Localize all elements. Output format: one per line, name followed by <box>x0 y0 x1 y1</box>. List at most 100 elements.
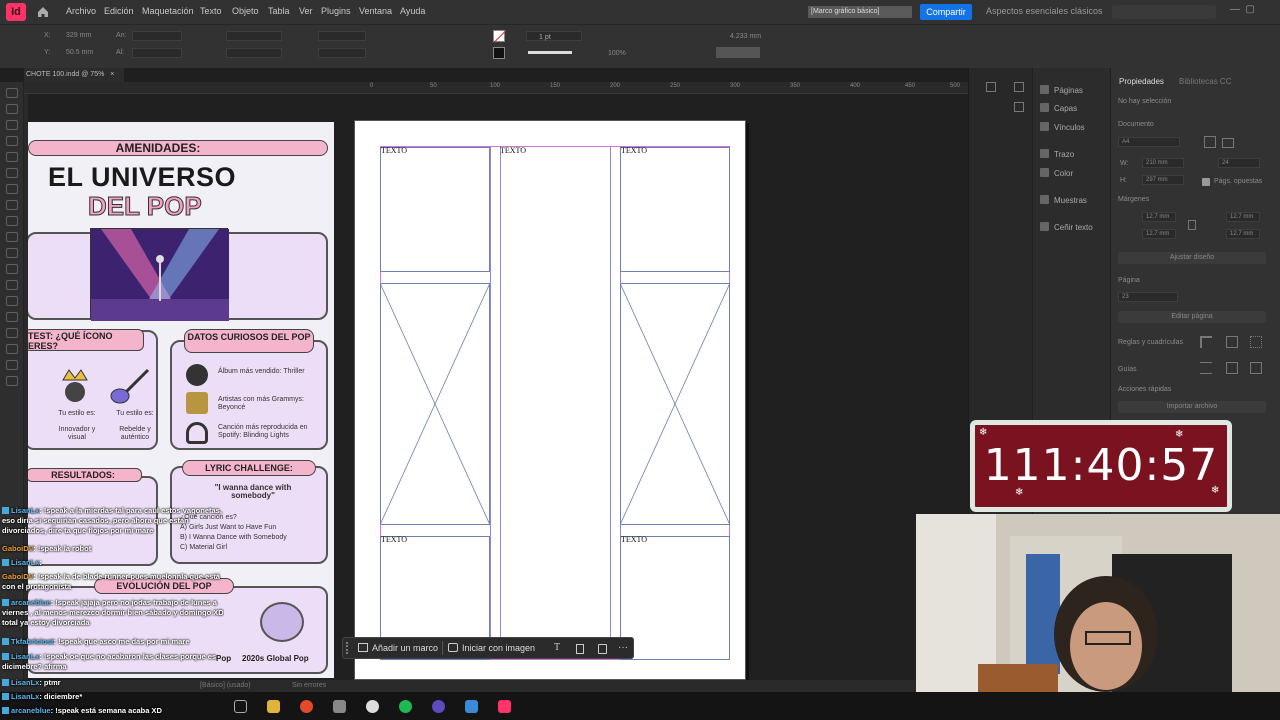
line-tool-icon[interactable] <box>6 184 18 194</box>
share-button[interactable]: Compartir <box>920 4 972 20</box>
object-style-dropdown[interactable]: [Marco gráfico básico] <box>808 6 912 18</box>
menu-archivo[interactable]: Archivo <box>66 6 96 16</box>
import-file-button[interactable]: Importar archivo <box>1118 401 1266 413</box>
panel-color[interactable]: Color <box>1040 168 1073 178</box>
page-icon[interactable] <box>576 644 584 654</box>
place-icon[interactable] <box>598 644 607 654</box>
page-tool-icon[interactable] <box>6 120 18 130</box>
zoom-tool-icon[interactable] <box>6 376 18 386</box>
chrome-icon[interactable] <box>366 700 379 713</box>
tab-cc-libraries[interactable]: Bibliotecas CC <box>1179 77 1231 86</box>
panel-swatches[interactable]: Muestras <box>1040 195 1087 205</box>
document-tab[interactable]: CHOTE 100.indd @ 75% × <box>24 68 124 82</box>
gradient-feather-icon[interactable] <box>6 312 18 322</box>
brave-icon[interactable] <box>300 700 313 713</box>
panel-icon[interactable] <box>1014 82 1024 92</box>
scale-x-field[interactable] <box>226 31 282 41</box>
gradient-tool-icon[interactable] <box>6 296 18 306</box>
pages-count-field[interactable]: 24 <box>1218 158 1260 168</box>
size-value[interactable]: 4.233 mm <box>730 33 761 40</box>
smart-guides-icon[interactable] <box>1226 362 1238 374</box>
margin-bottom-field[interactable]: 12.7 mm <box>1142 229 1176 239</box>
content-collector-icon[interactable] <box>6 152 18 162</box>
fill-swatch[interactable] <box>493 30 507 43</box>
app-icon[interactable] <box>333 700 346 713</box>
app-icon[interactable] <box>465 700 478 713</box>
direct-selection-tool-icon[interactable] <box>6 104 18 114</box>
transform-tool-icon[interactable] <box>6 280 18 290</box>
rectangle-frame-tool-icon[interactable] <box>6 232 18 242</box>
task-view-icon[interactable] <box>234 700 247 713</box>
stroke-swatch[interactable] <box>493 47 505 59</box>
margin-right-field[interactable]: 12.7 mm <box>1226 212 1260 222</box>
portrait-icon[interactable] <box>1204 136 1216 148</box>
spotify-icon[interactable] <box>399 700 412 713</box>
facing-pages-checkbox[interactable] <box>1202 178 1210 186</box>
link-margins-icon[interactable] <box>1188 220 1196 230</box>
menu-plugins[interactable]: Plugins <box>321 6 351 16</box>
width-field[interactable]: 210 mm <box>1142 158 1184 168</box>
menu-ayuda[interactable]: Ayuda <box>400 6 425 16</box>
panel-layers[interactable]: Capas <box>1040 103 1077 113</box>
file-explorer-icon[interactable] <box>267 700 280 713</box>
shear-field[interactable] <box>318 48 366 58</box>
swatch-preview[interactable] <box>716 47 760 58</box>
menu-edicion[interactable]: Edición <box>104 6 134 16</box>
status-errors[interactable]: Sin errores <box>292 682 326 689</box>
baseline-grid-icon[interactable] <box>1250 336 1262 348</box>
rulers-icon[interactable] <box>1200 336 1212 348</box>
selection-tool-icon[interactable] <box>6 88 18 98</box>
margin-left-field[interactable]: 12.7 mm <box>1226 229 1260 239</box>
menu-maquetacion[interactable]: Maquetación <box>142 6 194 16</box>
rotate-field[interactable] <box>318 31 366 41</box>
workspace-switcher[interactable]: Aspectos esenciales clásicos <box>986 6 1103 16</box>
panel-links[interactable]: Vínculos <box>1040 122 1085 132</box>
image-frame-placeholder[interactable] <box>380 283 490 525</box>
height-field[interactable]: 297 mm <box>1142 175 1184 185</box>
close-icon[interactable]: × <box>110 71 114 78</box>
eyedropper-tool-icon[interactable] <box>6 344 18 354</box>
guides-icon[interactable] <box>1200 362 1212 374</box>
pencil-tool-icon[interactable] <box>6 216 18 226</box>
panel-icon[interactable] <box>986 82 996 92</box>
page-dropdown[interactable]: 23 <box>1118 292 1178 302</box>
height-field[interactable] <box>132 48 182 58</box>
menu-ventana[interactable]: Ventana <box>359 6 392 16</box>
landscape-icon[interactable] <box>1222 138 1234 148</box>
add-frame-button[interactable]: Añadir un marco <box>358 643 438 653</box>
panel-text-wrap[interactable]: Ceñir texto <box>1040 222 1093 232</box>
menu-texto[interactable]: Texto <box>200 6 222 16</box>
tab-properties[interactable]: Propiedades <box>1119 77 1164 86</box>
panel-icon[interactable] <box>1014 102 1024 112</box>
obs-icon[interactable] <box>432 700 445 713</box>
search-input[interactable] <box>1112 5 1216 19</box>
type-tool-icon[interactable] <box>6 168 18 178</box>
edit-page-button[interactable]: Editar página <box>1118 311 1266 323</box>
more-options-icon[interactable]: ··· <box>618 642 628 653</box>
drag-handle-icon[interactable] <box>346 642 352 654</box>
text-frame[interactable] <box>380 147 490 272</box>
y-value[interactable]: 50.5 mm <box>66 49 93 56</box>
panel-pages[interactable]: Páginas <box>1040 85 1083 95</box>
lock-guides-icon[interactable] <box>1250 362 1262 374</box>
text-frame[interactable] <box>620 147 730 272</box>
text-icon[interactable]: T <box>554 642 560 653</box>
note-tool-icon[interactable] <box>6 328 18 338</box>
stroke-weight-field[interactable]: 1 pt <box>526 31 582 41</box>
opacity-value[interactable]: 100% <box>608 50 626 57</box>
gap-tool-icon[interactable] <box>6 136 18 146</box>
scale-y-field[interactable] <box>226 48 282 58</box>
margin-top-field[interactable]: 12.7 mm <box>1142 212 1176 222</box>
start-with-image-button[interactable]: Iniciar con imagen <box>448 643 535 653</box>
x-value[interactable]: 329 mm <box>66 32 91 39</box>
text-frame[interactable] <box>620 536 730 660</box>
hand-tool-icon[interactable] <box>6 360 18 370</box>
panel-stroke[interactable]: Trazo <box>1040 149 1074 159</box>
window-controls[interactable]: — ▢ <box>1230 4 1276 20</box>
menu-objeto[interactable]: Objeto <box>232 6 259 16</box>
home-icon[interactable] <box>36 5 50 19</box>
stroke-type-line[interactable] <box>528 51 572 54</box>
indesign-taskbar-icon[interactable] <box>498 700 511 713</box>
adjust-layout-button[interactable]: Ajustar diseño <box>1118 252 1266 264</box>
grid-icon[interactable] <box>1226 336 1238 348</box>
